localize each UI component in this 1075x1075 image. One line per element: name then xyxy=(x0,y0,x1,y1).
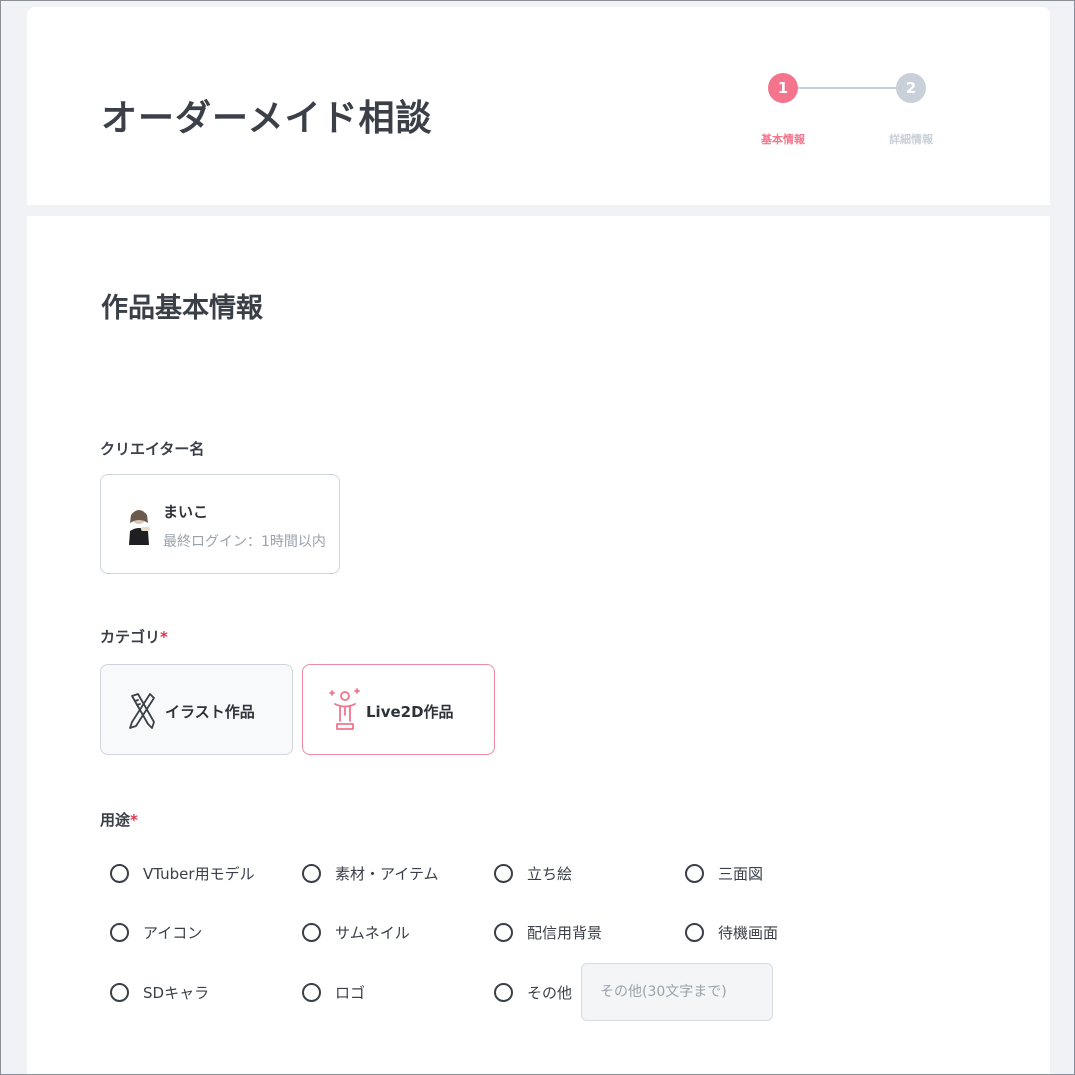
usage-option-label: その他 xyxy=(527,984,573,1002)
radio-button[interactable] xyxy=(494,983,513,1002)
step-1-label: 基本情報 xyxy=(761,133,805,146)
step-1-indicator: 1 xyxy=(768,73,798,103)
usage-option-material-item[interactable]: 素材・アイテム xyxy=(302,863,439,884)
usage-option-stream-background[interactable]: 配信用背景 xyxy=(494,922,602,943)
radio-button[interactable] xyxy=(494,923,513,942)
category-illustration-label: イラスト作品 xyxy=(165,703,255,721)
header-card: オーダーメイド相談 1 2 基本情報 詳細情報 xyxy=(27,7,1050,205)
usage-option-sd-character[interactable]: SDキャラ xyxy=(110,982,209,1003)
usage-option-label: 待機画面 xyxy=(718,924,779,942)
radio-button[interactable] xyxy=(302,864,321,883)
radio-button[interactable] xyxy=(110,864,129,883)
radio-button[interactable] xyxy=(110,983,129,1002)
step-2-number: 2 xyxy=(905,79,917,97)
stepper-connector xyxy=(798,87,896,89)
usage-option-label: アイコン xyxy=(143,924,203,942)
radio-button[interactable] xyxy=(685,923,704,942)
usage-option-waiting-screen[interactable]: 待機画面 xyxy=(685,922,778,943)
category-label-text: カテゴリ xyxy=(100,628,161,646)
radio-button[interactable] xyxy=(110,923,129,942)
live2d-figure-icon xyxy=(329,688,360,730)
creator-field-label: クリエイター名 xyxy=(100,440,205,458)
page-title: オーダーメイド相談 xyxy=(101,98,433,139)
usage-other-input[interactable] xyxy=(581,963,773,1021)
usage-option-vtuber-model[interactable]: VTuber用モデル xyxy=(110,863,255,884)
usage-option-label: 立ち絵 xyxy=(527,865,573,883)
usage-option-thumbnail[interactable]: サムネイル xyxy=(302,922,410,943)
radio-button[interactable] xyxy=(685,864,704,883)
usage-option-label: サムネイル xyxy=(335,924,410,942)
usage-option-three-view[interactable]: 三面図 xyxy=(685,863,763,884)
usage-label-text: 用途 xyxy=(100,811,131,829)
creator-avatar xyxy=(129,510,150,545)
category-illustration-button[interactable]: イラスト作品 xyxy=(100,664,293,755)
usage-option-icon[interactable]: アイコン xyxy=(110,922,202,943)
usage-option-label: SDキャラ xyxy=(143,984,210,1002)
category-field-label: カテゴリ* xyxy=(100,626,168,647)
radio-button[interactable] xyxy=(302,923,321,942)
usage-option-standing-picture[interactable]: 立ち絵 xyxy=(494,863,572,884)
usage-option-other[interactable]: その他 xyxy=(494,982,572,1003)
usage-option-logo[interactable]: ロゴ xyxy=(302,982,365,1003)
usage-option-label: 素材・アイテム xyxy=(335,865,439,883)
creator-name: まいこ xyxy=(163,503,209,521)
required-mark: * xyxy=(130,811,138,829)
pen-ruler-icon xyxy=(129,693,155,729)
usage-option-label: VTuber用モデル xyxy=(143,865,255,883)
radio-button[interactable] xyxy=(494,864,513,883)
usage-option-label: ロゴ xyxy=(335,984,366,1002)
category-live2d-button[interactable]: Live2D作品 xyxy=(302,664,495,755)
creator-last-login: 最終ログイン：1時間以内 xyxy=(163,534,326,550)
usage-option-label: 三面図 xyxy=(718,865,764,883)
step-1-number: 1 xyxy=(777,79,789,97)
creator-card: まいこ 最終ログイン：1時間以内 xyxy=(100,474,340,574)
step-2-label: 詳細情報 xyxy=(889,133,933,146)
category-live2d-label: Live2D作品 xyxy=(366,703,454,721)
radio-button[interactable] xyxy=(302,983,321,1002)
usage-option-label: 配信用背景 xyxy=(527,924,603,942)
section-title: 作品基本情報 xyxy=(101,293,263,324)
usage-field-label: 用途* xyxy=(100,809,138,830)
step-2-indicator: 2 xyxy=(896,73,926,103)
form-card: 作品基本情報 クリエイター名 まいこ 最終ログイン：1時間以内 カテゴリ* イラ… xyxy=(27,216,1050,1075)
required-mark: * xyxy=(160,628,168,646)
